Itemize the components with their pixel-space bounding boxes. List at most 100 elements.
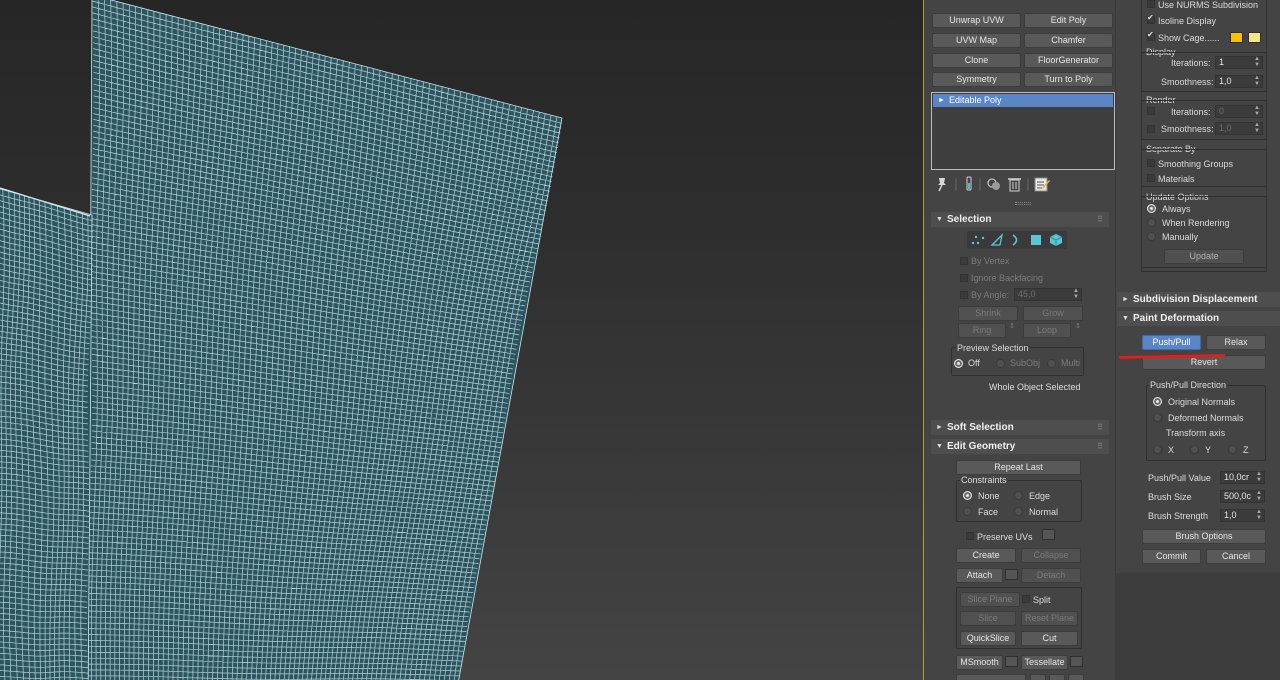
rollout-edit-geometry-header[interactable]: ▼ Edit Geometry ⠿ [931, 439, 1109, 454]
clone-button[interactable]: Clone [932, 53, 1021, 68]
loop-spinner-icon[interactable]: ⇕ [1075, 322, 1081, 330]
render-smoothness-spinner[interactable]: 1,0 ▲ ▼ [1215, 122, 1263, 135]
ignore-backfacing-checkbox[interactable] [960, 274, 968, 282]
attach-settings-icon[interactable] [1005, 569, 1018, 580]
relax-button[interactable]: Relax [1206, 335, 1266, 350]
spinner-arrows-icon[interactable]: ▲ ▼ [1254, 75, 1260, 87]
rollout-paint-deformation-header[interactable]: ▼ Paint Deformation [1117, 311, 1280, 326]
materials-checkbox[interactable] [1147, 174, 1155, 182]
update-button[interactable]: Update [1164, 249, 1244, 264]
unwrap-uvw-button[interactable]: Unwrap UVW [932, 13, 1021, 28]
configure-modifier-sets-icon[interactable] [1033, 176, 1051, 192]
attach-button[interactable]: Attach [956, 568, 1003, 583]
ring-spinner-icon[interactable]: ⇕ [1009, 322, 1015, 330]
preview-off-radio[interactable] [954, 359, 963, 368]
msmooth-settings-icon[interactable] [1005, 656, 1018, 667]
spinner-arrows-icon[interactable]: ▲ ▼ [1254, 105, 1260, 117]
iterations-spinner[interactable]: 1 ▲ ▼ [1215, 56, 1263, 69]
turn-to-poly-button[interactable]: Turn to Poly [1024, 72, 1113, 87]
reset-plane-button[interactable]: Reset Plane [1021, 611, 1078, 626]
grow-button[interactable]: Grow [1023, 306, 1083, 321]
tessellate-button[interactable]: Tessellate [1021, 655, 1068, 670]
slice-plane-button[interactable]: Slice Plane [960, 592, 1020, 607]
brush-strength-spinner[interactable]: 1,0 ▲ ▼ [1220, 509, 1265, 522]
push-pull-button[interactable]: Push/Pull [1142, 335, 1201, 350]
render-iterations-spinner[interactable]: 0 ▲ ▼ [1215, 105, 1263, 118]
collapse-button[interactable]: Collapse [1021, 548, 1081, 563]
cancel-button[interactable]: Cancel [1206, 549, 1266, 564]
by-angle-spinner[interactable]: 45,0 ▲ ▼ [1014, 288, 1082, 301]
expand-arrow-icon[interactable]: ► [938, 94, 945, 107]
remove-modifier-icon[interactable] [1006, 176, 1022, 192]
update-manually-radio[interactable] [1147, 232, 1156, 241]
preserve-uvs-checkbox[interactable] [966, 532, 974, 540]
repeat-last-button[interactable]: Repeat Last [956, 460, 1081, 475]
shrink-button[interactable]: Shrink [958, 306, 1018, 321]
detach-button[interactable]: Detach [1021, 568, 1081, 583]
isoline-display-checkbox[interactable] [1147, 13, 1155, 24]
ring-button[interactable]: Ring [958, 323, 1006, 338]
cage-color-swatch[interactable] [1230, 32, 1243, 43]
original-normals-radio[interactable] [1153, 397, 1162, 406]
show-end-result-icon[interactable] [963, 176, 975, 192]
axis-z-radio[interactable] [1228, 445, 1237, 454]
spinner-arrows-icon[interactable]: ▲ ▼ [1254, 56, 1260, 68]
preview-multi-radio[interactable] [1047, 359, 1056, 368]
spinner-arrows-icon[interactable]: ▲ ▼ [1254, 122, 1260, 134]
constraint-normal-radio[interactable] [1014, 507, 1023, 516]
render-iterations-checkbox[interactable] [1147, 107, 1155, 115]
cage-selection-color-swatch[interactable] [1248, 32, 1261, 43]
planar-y-button[interactable] [1049, 674, 1065, 680]
slice-button[interactable]: Slice [960, 611, 1016, 626]
pin-stack-icon[interactable] [935, 176, 949, 192]
axis-y-radio[interactable] [1190, 445, 1199, 454]
by-vertex-checkbox[interactable] [960, 257, 968, 265]
quickslice-button[interactable]: QuickSlice [960, 631, 1016, 646]
stack-item-editable-poly[interactable]: ► Editable Poly [933, 94, 1113, 107]
tessellate-settings-icon[interactable] [1070, 656, 1083, 667]
border-icon[interactable] [1007, 232, 1025, 248]
split-checkbox[interactable] [1022, 595, 1030, 603]
constraint-none-radio[interactable] [963, 491, 972, 500]
edit-poly-button[interactable]: Edit Poly [1024, 13, 1113, 28]
loop-button[interactable]: Loop [1023, 323, 1071, 338]
modifier-stack-list[interactable]: ► Editable Poly [931, 92, 1115, 170]
push-pull-value-spinner[interactable]: 10,0cr ▲ ▼ [1220, 471, 1265, 484]
rollout-subdivision-displacement-header[interactable]: ► Subdivision Displacement [1117, 292, 1280, 307]
spinner-arrows-icon[interactable]: ▲ ▼ [1256, 490, 1262, 502]
planar-z-button[interactable] [1068, 674, 1084, 680]
perspective-viewport[interactable] [0, 0, 924, 680]
spinner-arrows-icon[interactable]: ▲ ▼ [1073, 288, 1079, 300]
axis-x-radio[interactable] [1153, 445, 1162, 454]
update-always-radio[interactable] [1147, 204, 1156, 213]
preserve-uvs-settings-icon[interactable] [1042, 529, 1055, 540]
vertex-icon[interactable] [969, 232, 987, 248]
cut-button[interactable]: Cut [1021, 631, 1078, 646]
spinner-arrows-icon[interactable]: ▲ ▼ [1256, 509, 1262, 521]
render-smoothness-checkbox[interactable] [1147, 125, 1155, 133]
make-planar-button[interactable] [956, 674, 1026, 680]
polygon-icon[interactable] [1027, 232, 1045, 248]
commit-button[interactable]: Commit [1142, 549, 1201, 564]
spinner-arrows-icon[interactable]: ▲ ▼ [1256, 471, 1262, 483]
floorgenerator-button[interactable]: FloorGenerator [1024, 53, 1113, 68]
deformed-normals-radio[interactable] [1153, 413, 1162, 422]
msmooth-button[interactable]: MSmooth [956, 655, 1003, 670]
rollout-soft-selection-header[interactable]: ► Soft Selection ⠿ [931, 420, 1109, 435]
make-unique-icon[interactable] [985, 176, 1003, 192]
brush-options-button[interactable]: Brush Options [1142, 529, 1266, 544]
uvw-map-button[interactable]: UVW Map [932, 33, 1021, 48]
constraint-edge-radio[interactable] [1014, 491, 1023, 500]
chamfer-button[interactable]: Chamfer [1024, 33, 1113, 48]
constraint-face-radio[interactable] [963, 507, 972, 516]
by-angle-checkbox[interactable] [960, 291, 968, 299]
planar-x-button[interactable] [1030, 674, 1046, 680]
update-when-rendering-radio[interactable] [1147, 218, 1156, 227]
brush-size-spinner[interactable]: 500,0c ▲ ▼ [1220, 490, 1265, 503]
symmetry-button[interactable]: Symmetry [932, 72, 1021, 87]
panel-resize-grip[interactable] [1015, 202, 1031, 205]
smoothing-groups-checkbox[interactable] [1147, 159, 1155, 167]
smoothness-spinner[interactable]: 1,0 ▲ ▼ [1215, 75, 1263, 88]
show-cage-checkbox[interactable] [1147, 30, 1155, 41]
element-icon[interactable] [1047, 232, 1065, 248]
